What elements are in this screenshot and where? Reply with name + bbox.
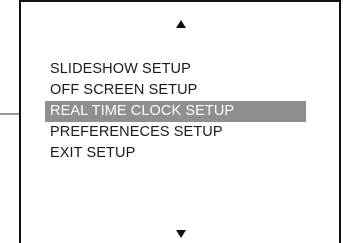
- menu-item-slideshow-setup[interactable]: SLIDESHOW SETUP: [21, 59, 339, 80]
- setup-menu: SLIDESHOW SETUP OFF SCREEN SETUP REAL TI…: [21, 59, 339, 164]
- scroll-down-icon[interactable]: [176, 230, 186, 238]
- menu-item-off-screen-setup[interactable]: OFF SCREEN SETUP: [21, 80, 339, 101]
- menu-item-label: SLIDESHOW SETUP: [50, 61, 191, 77]
- menu-item-label: REAL TIME CLOCK SETUP: [50, 103, 235, 119]
- display-screen: SLIDESHOW SETUP OFF SCREEN SETUP REAL TI…: [19, 0, 341, 243]
- menu-item-exit-setup[interactable]: EXIT SETUP: [21, 143, 339, 164]
- menu-item-label: EXIT SETUP: [50, 145, 136, 161]
- scroll-up-icon[interactable]: [176, 20, 186, 28]
- menu-item-real-time-clock-setup[interactable]: REAL TIME CLOCK SETUP: [21, 101, 339, 122]
- menu-item-preferences-setup[interactable]: PREFERENECES SETUP: [21, 122, 339, 143]
- menu-item-label: PREFERENECES SETUP: [50, 124, 223, 140]
- menu-item-label: OFF SCREEN SETUP: [50, 82, 198, 98]
